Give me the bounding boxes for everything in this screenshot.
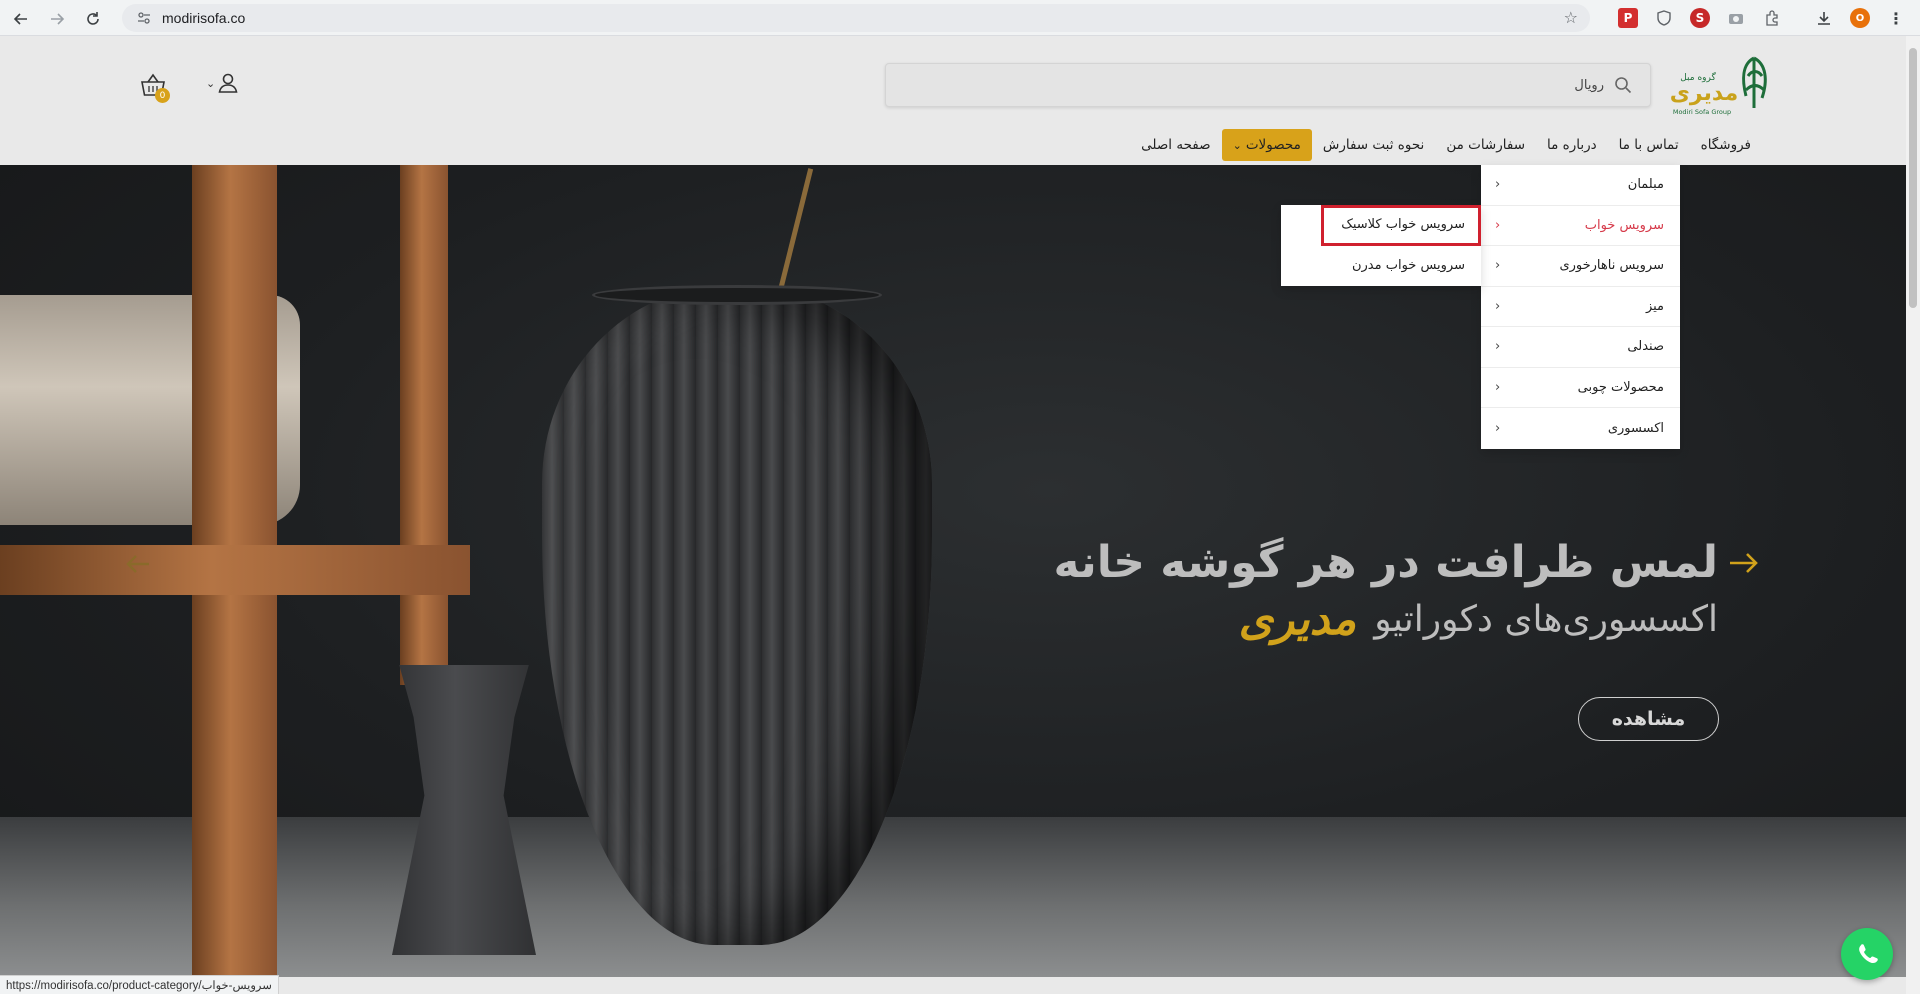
search-box[interactable] xyxy=(885,63,1651,107)
dropdown-item-bedroom-set[interactable]: سرویس خواب ‹ xyxy=(1481,206,1680,246)
hero-title: لمس ظرافت در هر گوشه خانه xyxy=(1053,537,1719,588)
hero-floor xyxy=(0,817,1906,977)
dropdown-item-dining-set[interactable]: سرویس ناهارخوری ‹ xyxy=(1481,246,1680,287)
chevron-left-icon: ‹ xyxy=(1495,339,1501,355)
dropdown-item-chair[interactable]: صندلی ‹ xyxy=(1481,327,1680,368)
dropdown-item-label: مبلمان xyxy=(1627,177,1664,193)
hero-brand: مدیری xyxy=(1238,594,1357,645)
forward-icon[interactable] xyxy=(44,6,70,32)
dropdown-item-label: سرویس خواب xyxy=(1584,217,1664,233)
scrollbar-thumb[interactable] xyxy=(1909,48,1917,308)
reload-icon[interactable] xyxy=(80,6,106,32)
dropdown-item-table[interactable]: میز ‹ xyxy=(1481,287,1680,327)
back-icon[interactable] xyxy=(8,6,34,32)
dropdown-item-furniture[interactable]: مبلمان ‹ xyxy=(1481,165,1680,206)
chevron-left-icon: ‹ xyxy=(1495,298,1501,314)
logo-main-text: مدیری xyxy=(1670,81,1738,106)
hero-view-button[interactable]: مشاهده xyxy=(1578,697,1719,741)
address-url[interactable]: modirisofa.co xyxy=(162,10,245,26)
nav-contact[interactable]: تماس با ما xyxy=(1608,129,1690,161)
hero-chair-leg xyxy=(400,165,448,685)
submenu-item-classic-bedroom[interactable]: سرویس خواب کلاسیک xyxy=(1321,205,1481,246)
site-header: گروه مبل مدیری Modiri Sofa Group ⌄ 0 صفح… xyxy=(0,36,1906,165)
logo-en-text: Modiri Sofa Group xyxy=(1673,108,1731,116)
hero-chair-rail xyxy=(0,545,470,595)
submenu-item-modern-bedroom[interactable]: سرویس خواب مدرن xyxy=(1281,246,1481,287)
nav-home[interactable]: صفحه اصلی xyxy=(1130,129,1221,161)
whatsapp-chat-button[interactable] xyxy=(1841,928,1893,980)
nav-order-guide[interactable]: نحوه ثبت سفارش xyxy=(1312,129,1435,161)
download-icon[interactable] xyxy=(1814,8,1834,28)
dropdown-item-accessory[interactable]: اکسسوری ‹ xyxy=(1481,408,1680,449)
nav-shop[interactable]: فروشگاه xyxy=(1690,129,1762,161)
hero-subtitle-row: اکسسوری‌های دکوراتیو مدیری xyxy=(1054,594,1718,645)
page-scrollbar[interactable] xyxy=(1906,36,1920,994)
bookmark-star-icon[interactable]: ☆ xyxy=(1564,8,1578,27)
chevron-left-icon: ‹ xyxy=(1495,217,1501,233)
dropdown-item-label: محصولات چوبی xyxy=(1577,379,1664,395)
search-input[interactable] xyxy=(924,77,1604,93)
hero-twig xyxy=(778,168,814,291)
chevron-left-icon: ‹ xyxy=(1495,177,1501,193)
chevron-left-icon: ‹ xyxy=(1495,258,1501,274)
extension-s-icon[interactable]: S xyxy=(1690,8,1710,28)
hero-subtitle: اکسسوری‌های دکوراتیو xyxy=(1374,599,1718,640)
chevron-left-icon: ‹ xyxy=(1495,379,1501,395)
nav-products-label: محصولات xyxy=(1245,137,1301,153)
search-icon[interactable] xyxy=(1614,76,1632,94)
hero-vase-rim xyxy=(592,285,882,305)
chevron-down-icon: ⌄ xyxy=(1232,138,1242,152)
main-navigation: صفحه اصلی محصولات ⌄ نحوه ثبت سفارش سفارش… xyxy=(1130,129,1762,161)
chevron-down-icon: ⌄ xyxy=(206,76,216,90)
nav-products[interactable]: محصولات ⌄ xyxy=(1221,129,1312,161)
profile-avatar[interactable]: O xyxy=(1850,8,1870,28)
dropdown-item-label: سرویس ناهارخوری xyxy=(1559,258,1664,274)
dropdown-item-label: اکسسوری xyxy=(1607,420,1664,436)
extension-p-icon[interactable]: P xyxy=(1618,8,1638,28)
link-status-bar: https://modirisofa.co/product-category/س… xyxy=(0,975,279,994)
user-account-menu[interactable]: ⌄ xyxy=(206,72,239,94)
dropdown-item-label: صندلی xyxy=(1627,339,1664,355)
user-icon[interactable] xyxy=(217,72,239,94)
chevron-left-icon: ‹ xyxy=(1495,420,1501,436)
hero-headline: لمس ظرافت در هر گوشه خانه اکسسوری‌های دک… xyxy=(1053,537,1719,645)
address-bar[interactable]: modirisofa.co ☆ xyxy=(122,4,1590,32)
browser-toolbar: modirisofa.co ☆ P S O ⋮ xyxy=(0,0,1920,36)
shield-icon[interactable] xyxy=(1654,8,1674,28)
dropdown-item-wooden-products[interactable]: محصولات چوبی ‹ xyxy=(1481,368,1680,408)
camera-icon[interactable] xyxy=(1726,8,1746,28)
slider-next-arrow-icon[interactable] xyxy=(1726,545,1762,581)
hero-small-vase xyxy=(392,665,536,955)
phone-icon xyxy=(1859,944,1878,964)
nav-my-orders[interactable]: سفارشات من xyxy=(1435,129,1536,161)
cart-count-badge: 0 xyxy=(155,88,170,103)
bedroom-set-submenu: سرویس خواب کلاسیک سرویس خواب مدرن xyxy=(1281,205,1481,286)
site-logo[interactable]: گروه مبل مدیری Modiri Sofa Group xyxy=(1662,50,1772,120)
slider-prev-arrow-icon[interactable] xyxy=(123,549,153,579)
extensions-puzzle-icon[interactable] xyxy=(1762,8,1782,28)
dropdown-item-label: میز xyxy=(1645,298,1664,314)
browser-menu-icon[interactable]: ⋮ xyxy=(1886,8,1906,28)
products-dropdown: مبلمان ‹ سرویس خواب ‹ سرویس ناهارخوری ‹ … xyxy=(1481,165,1680,449)
nav-about[interactable]: درباره ما xyxy=(1536,129,1608,161)
site-info-icon[interactable] xyxy=(136,10,152,26)
